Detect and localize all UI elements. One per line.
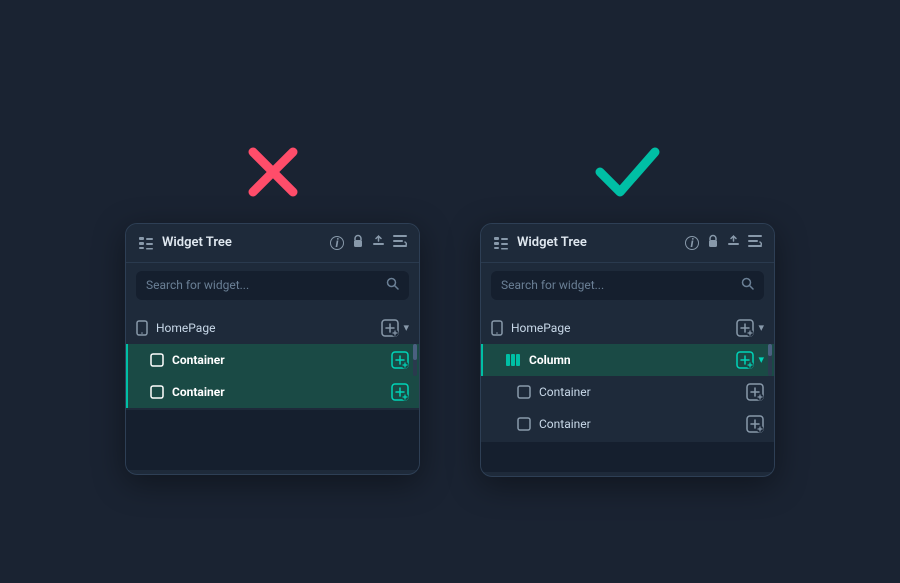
wrong-homepage-chevron[interactable]: ▾ <box>403 321 409 334</box>
correct-upload-icon[interactable] <box>727 234 740 251</box>
correct-header-actions: i <box>685 234 762 252</box>
wrong-homepage-add-btn[interactable] <box>381 319 399 337</box>
wrong-widget-panel: Widget Tree i <box>125 223 420 475</box>
correct-widget-panel: Widget Tree i <box>480 223 775 477</box>
wrong-container-2-add-btn[interactable] <box>391 383 409 401</box>
wrong-container-1-add-btn[interactable] <box>391 351 409 369</box>
correct-panel-wrapper: Widget Tree i <box>480 137 775 477</box>
correct-container-row-2[interactable]: Container <box>481 408 774 440</box>
wrong-container-2-actions <box>391 383 409 401</box>
correct-column-label: Column <box>529 353 728 367</box>
correct-panel-title: Widget Tree <box>517 235 677 250</box>
main-layout: Widget Tree i <box>125 107 775 477</box>
correct-container-2-actions <box>746 415 764 433</box>
correct-search-icon <box>741 277 754 294</box>
correct-column-row[interactable]: Column ▾ <box>481 344 774 376</box>
wrong-search-bar[interactable]: Search for widget... <box>136 271 409 300</box>
correct-container-1-add-btn[interactable] <box>746 383 764 401</box>
correct-sort-icon[interactable] <box>748 235 762 251</box>
wrong-container-1-label: Container <box>172 353 383 367</box>
correct-homepage-add-btn[interactable] <box>736 319 754 337</box>
correct-panel-header: Widget Tree i <box>481 224 774 263</box>
wrong-homepage-actions: ▾ <box>381 319 409 337</box>
wrong-container-2-icon <box>150 385 164 399</box>
wrong-container-row-1[interactable]: Container <box>126 344 419 376</box>
correct-widget-tree-icon <box>493 235 509 251</box>
wrong-container-2-label: Container <box>172 385 383 399</box>
wrong-panel-wrapper: Widget Tree i <box>125 137 420 475</box>
wrong-container-1-actions <box>391 351 409 369</box>
wrong-search-icon <box>386 277 399 294</box>
wrong-panel-title: Widget Tree <box>162 235 322 250</box>
correct-homepage-actions: ▾ <box>736 319 764 337</box>
correct-container-2-icon <box>517 417 531 431</box>
correct-search-text: Search for widget... <box>501 278 735 292</box>
wrong-homepage-label: HomePage <box>156 321 373 335</box>
correct-container-1-label: Container <box>539 385 738 399</box>
correct-column-actions: ▾ <box>736 351 764 369</box>
wrong-tree-section: HomePage ▾ <box>126 308 419 474</box>
correct-column-add-btn[interactable] <box>736 351 754 369</box>
correct-container-1-icon <box>517 385 531 399</box>
correct-tree-section: HomePage ▾ <box>481 308 774 476</box>
widget-tree-icon <box>138 235 154 251</box>
correct-column-chevron[interactable]: ▾ <box>758 353 764 366</box>
wrong-header-actions: i <box>330 234 407 252</box>
wrong-panel-header: Widget Tree i <box>126 224 419 263</box>
correct-info-icon[interactable]: i <box>685 236 699 250</box>
wrong-homepage-row[interactable]: HomePage ▾ <box>126 312 419 344</box>
wrong-search-text: Search for widget... <box>146 278 380 292</box>
wrong-container-row-2[interactable]: Container <box>126 376 419 408</box>
correct-container-2-label: Container <box>539 417 738 431</box>
correct-mark-icon <box>595 144 660 199</box>
correct-lock-icon[interactable] <box>707 234 719 252</box>
correct-homepage-label: HomePage <box>511 321 728 335</box>
wrong-container-1-icon <box>150 353 164 367</box>
correct-phone-icon <box>491 320 503 336</box>
correct-container-2-add-btn[interactable] <box>746 415 764 433</box>
correct-container-row-1[interactable]: Container <box>481 376 774 408</box>
correct-homepage-chevron[interactable]: ▾ <box>758 321 764 334</box>
info-icon[interactable]: i <box>330 236 344 250</box>
lock-icon[interactable] <box>352 234 364 252</box>
upload-icon[interactable] <box>372 234 385 251</box>
column-icon <box>505 353 521 367</box>
wrong-mark-icon <box>243 142 303 202</box>
correct-search-bar[interactable]: Search for widget... <box>491 271 764 300</box>
sort-icon[interactable] <box>393 235 407 251</box>
correct-container-1-actions <box>746 383 764 401</box>
correct-homepage-row[interactable]: HomePage ▾ <box>481 312 774 344</box>
phone-icon <box>136 320 148 336</box>
